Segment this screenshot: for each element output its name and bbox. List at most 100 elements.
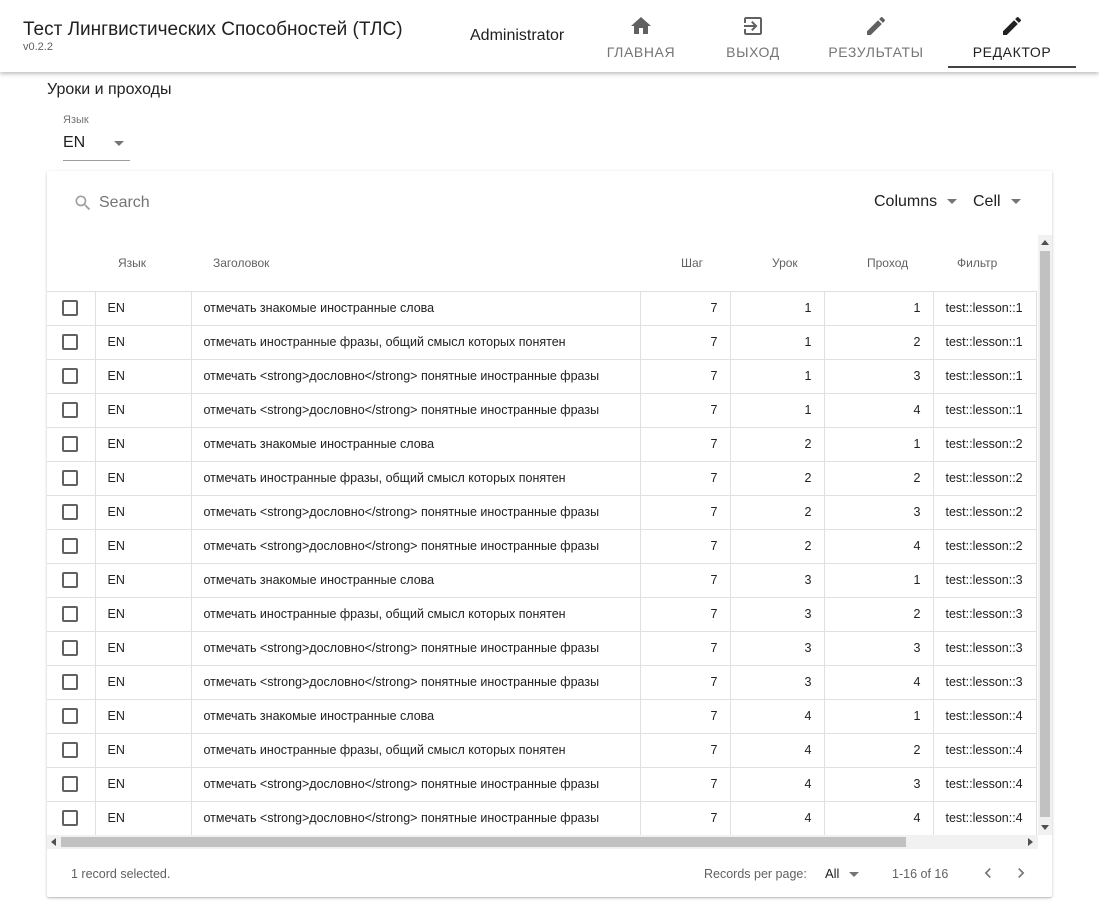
row-checkbox[interactable] <box>62 640 78 656</box>
horizontal-scrollbar-thumb[interactable] <box>61 837 906 847</box>
row-checkbox[interactable] <box>62 776 78 792</box>
row-checkbox[interactable] <box>62 436 78 452</box>
cell-pass[interactable]: 1 <box>823 562 934 598</box>
cell-step[interactable]: 7 <box>639 732 731 768</box>
cell-filter[interactable]: test::lesson::1 <box>932 392 1037 428</box>
cell-pass[interactable]: 1 <box>823 426 934 462</box>
cell-pass[interactable]: 1 <box>823 698 934 734</box>
row-checkbox[interactable] <box>62 674 78 690</box>
cell-pass[interactable]: 3 <box>823 766 934 802</box>
cell-title[interactable]: отмечать иностранные фразы, общий смысл … <box>190 324 641 360</box>
row-checkbox[interactable] <box>62 606 78 622</box>
row-checkbox[interactable] <box>62 402 78 418</box>
cell-lesson[interactable]: 1 <box>729 392 825 428</box>
header-step[interactable]: Шаг <box>640 235 730 291</box>
cell-language[interactable]: EN <box>94 562 192 598</box>
scroll-up-arrow-icon[interactable] <box>1041 240 1049 245</box>
cell-language[interactable]: EN <box>94 596 192 632</box>
table-row[interactable]: EN отмечать иностранные фразы, общий смыс… <box>47 460 1037 496</box>
cell-title[interactable]: отмечать иностранные фразы, общий смысл … <box>190 596 641 632</box>
cell-title[interactable]: отмечать <strong>дословно</strong> понят… <box>190 358 641 394</box>
cell-step[interactable]: 7 <box>639 766 731 802</box>
cell-dropdown[interactable]: Cell <box>973 193 1021 211</box>
cell-lesson[interactable]: 3 <box>729 630 825 666</box>
cell-title[interactable]: отмечать знакомые иностранные слова <box>190 698 641 734</box>
cell-language[interactable]: EN <box>94 494 192 530</box>
header-language[interactable]: Язык <box>95 235 191 291</box>
previous-page-icon[interactable] <box>978 863 998 883</box>
row-checkbox[interactable] <box>62 300 78 316</box>
table-row[interactable]: EN отмечать <strong>дословно</strong> пон… <box>47 358 1037 394</box>
cell-step[interactable]: 7 <box>639 562 731 598</box>
cell-language[interactable]: EN <box>94 698 192 734</box>
table-row[interactable]: EN отмечать иностранные фразы, общий смыс… <box>47 732 1037 768</box>
cell-pass[interactable]: 3 <box>823 494 934 530</box>
cell-pass[interactable]: 2 <box>823 732 934 768</box>
cell-pass[interactable]: 2 <box>823 460 934 496</box>
table-row[interactable]: EN отмечать знакомые иностранные слова 7 4 1… <box>47 698 1037 734</box>
row-checkbox[interactable] <box>62 504 78 520</box>
cell-filter[interactable]: test::lesson::2 <box>932 494 1037 530</box>
cell-filter[interactable]: test::lesson::2 <box>932 528 1037 564</box>
cell-pass[interactable]: 3 <box>823 358 934 394</box>
cell-lesson[interactable]: 3 <box>729 664 825 700</box>
table-row[interactable]: EN отмечать <strong>дословно</strong> пон… <box>47 494 1037 530</box>
cell-language[interactable]: EN <box>94 324 192 360</box>
row-checkbox[interactable] <box>62 742 78 758</box>
cell-step[interactable]: 7 <box>639 324 731 360</box>
cell-language[interactable]: EN <box>94 732 192 768</box>
cell-pass[interactable]: 1 <box>823 290 934 326</box>
tab-home[interactable]: ГЛАВНАЯ <box>600 0 682 72</box>
cell-lesson[interactable]: 4 <box>729 800 825 835</box>
row-checkbox[interactable] <box>62 810 78 826</box>
cell-title[interactable]: отмечать <strong>дословно</strong> понят… <box>190 494 641 530</box>
records-per-page-select[interactable]: All <box>825 866 860 881</box>
table-row[interactable]: EN отмечать иностранные фразы, общий смыс… <box>47 324 1037 360</box>
cell-title[interactable]: отмечать иностранные фразы, общий смысл … <box>190 732 641 768</box>
table-row[interactable]: EN отмечать <strong>дословно</strong> пон… <box>47 766 1037 802</box>
cell-pass[interactable]: 2 <box>823 324 934 360</box>
cell-language[interactable]: EN <box>94 528 192 564</box>
cell-title[interactable]: отмечать знакомые иностранные слова <box>190 290 641 326</box>
cell-filter[interactable]: test::lesson::1 <box>932 290 1037 326</box>
cell-step[interactable]: 7 <box>639 630 731 666</box>
cell-language[interactable]: EN <box>94 392 192 428</box>
cell-language[interactable]: EN <box>94 290 192 326</box>
cell-lesson[interactable]: 1 <box>729 358 825 394</box>
table-row[interactable]: EN отмечать <strong>дословно</strong> пон… <box>47 800 1037 835</box>
header-lesson[interactable]: Урок <box>730 235 824 291</box>
cell-lesson[interactable]: 4 <box>729 732 825 768</box>
cell-language[interactable]: EN <box>94 460 192 496</box>
cell-pass[interactable]: 4 <box>823 800 934 835</box>
scroll-left-arrow-icon[interactable] <box>51 838 56 846</box>
cell-title[interactable]: отмечать <strong>дословно</strong> понят… <box>190 766 641 802</box>
vertical-scrollbar-thumb[interactable] <box>1040 251 1050 817</box>
cell-lesson[interactable]: 4 <box>729 698 825 734</box>
row-checkbox[interactable] <box>62 538 78 554</box>
cell-step[interactable]: 7 <box>639 664 731 700</box>
cell-language[interactable]: EN <box>94 766 192 802</box>
table-row[interactable]: EN отмечать <strong>дословно</strong> пон… <box>47 630 1037 666</box>
cell-filter[interactable]: test::lesson::2 <box>932 426 1037 462</box>
cell-step[interactable]: 7 <box>639 426 731 462</box>
table-row[interactable]: EN отмечать <strong>дословно</strong> пон… <box>47 664 1037 700</box>
cell-filter[interactable]: test::lesson::4 <box>932 800 1037 835</box>
table-row[interactable]: EN отмечать знакомые иностранные слова 7 1 1… <box>47 290 1037 326</box>
search-input[interactable] <box>99 191 319 215</box>
scroll-right-arrow-icon[interactable] <box>1028 838 1033 846</box>
next-page-icon[interactable] <box>1011 863 1031 883</box>
table-row[interactable]: EN отмечать <strong>дословно</strong> пон… <box>47 392 1037 428</box>
cell-lesson[interactable]: 1 <box>729 290 825 326</box>
row-checkbox[interactable] <box>62 470 78 486</box>
cell-filter[interactable]: test::lesson::2 <box>932 460 1037 496</box>
cell-title[interactable]: отмечать <strong>дословно</strong> понят… <box>190 392 641 428</box>
cell-filter[interactable]: test::lesson::3 <box>932 664 1037 700</box>
header-title[interactable]: Заголовок <box>191 235 640 291</box>
cell-filter[interactable]: test::lesson::1 <box>932 324 1037 360</box>
header-filter[interactable]: Фильтр <box>933 235 1036 291</box>
cell-lesson[interactable]: 2 <box>729 426 825 462</box>
cell-pass[interactable]: 3 <box>823 630 934 666</box>
vertical-scrollbar[interactable] <box>1038 235 1052 835</box>
scroll-down-arrow-icon[interactable] <box>1041 825 1049 830</box>
cell-filter[interactable]: test::lesson::4 <box>932 698 1037 734</box>
